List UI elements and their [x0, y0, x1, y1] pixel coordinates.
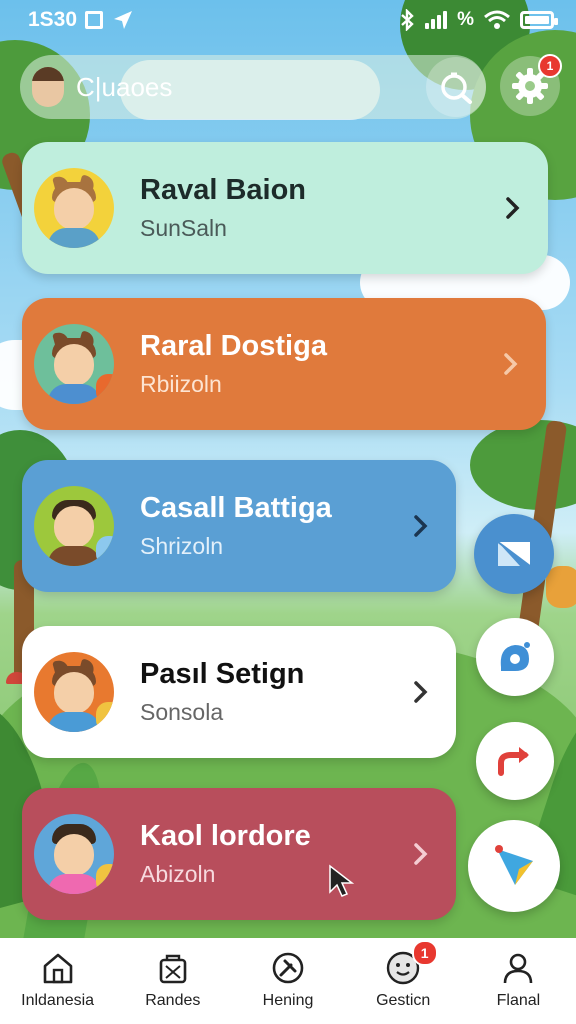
avatar [34, 486, 114, 566]
nav-label: Inldanesia [21, 992, 95, 1009]
card-name: Casall Battiga [140, 492, 332, 524]
notification-square-icon [85, 11, 104, 29]
battery-percent-label: % [457, 9, 474, 30]
contact-card-2[interactable]: Raral Dostiga Rbiizoln [22, 298, 546, 430]
status-bar: 1S30 % [0, 0, 576, 40]
card-subtitle: Shrizoln [140, 533, 224, 559]
card-name: Raral Dostiga [140, 330, 327, 362]
wifi-icon [484, 10, 510, 29]
contact-card-1[interactable]: Raval Baion SunSaln [22, 142, 548, 274]
nav-item-hening[interactable]: Hening [230, 938, 345, 1024]
chevron-right-icon [414, 515, 428, 537]
avatar [34, 168, 114, 248]
avatar [34, 652, 114, 732]
settings-button[interactable]: 1 [500, 54, 562, 116]
paper-plane-icon [497, 541, 531, 567]
nav-label: Hening [262, 992, 314, 1009]
search-bar[interactable]: C|uaoes [20, 55, 486, 119]
avatar [34, 814, 114, 894]
fab-send-button[interactable] [468, 820, 560, 912]
profile-icon [504, 953, 533, 984]
avatar[interactable] [32, 67, 64, 107]
send-icon [495, 845, 533, 885]
search-button[interactable] [426, 57, 486, 117]
nav-item-profile[interactable]: Flanal [461, 938, 576, 1024]
notification-badge: 1 [538, 54, 562, 78]
bottom-nav: Inldanesia Randes Hening Gesticn 1 Flana… [0, 938, 576, 1024]
card-name: Pasıl Setign [140, 658, 305, 690]
status-time: 1S30 [28, 8, 78, 31]
fab-chat-button[interactable] [476, 618, 554, 696]
card-subtitle: Sonsola [140, 699, 224, 725]
signal-icon [425, 11, 448, 29]
contact-card-3[interactable]: Casall Battiga Shrizoln [22, 460, 456, 592]
chevron-right-icon [506, 197, 520, 219]
battery-icon [520, 11, 558, 29]
nav-item-randes[interactable]: Randes [115, 938, 230, 1024]
bag-icon [159, 954, 187, 984]
avatar [34, 324, 114, 404]
nav-label: Randes [145, 992, 201, 1009]
nav-label: Flanal [496, 992, 541, 1009]
location-arrow-icon [114, 11, 133, 29]
card-name: Raval Baion [140, 174, 306, 206]
redo-icon [498, 747, 529, 776]
contact-card-4[interactable]: Pasıl Setign Sonsola [22, 626, 456, 758]
nav-item-home[interactable]: Inldanesia [0, 938, 115, 1024]
compass-icon [272, 952, 304, 984]
fab-redo-button[interactable] [476, 722, 554, 800]
home-icon [43, 953, 72, 984]
mouse-cursor-icon [329, 864, 355, 897]
card-subtitle: SunSaln [140, 215, 227, 241]
card-subtitle: Rbiizoln [140, 371, 222, 397]
chevron-right-icon [414, 681, 428, 703]
card-name: Kaol lordore [140, 820, 311, 852]
search-label: C|uaoes [76, 71, 173, 102]
bluetooth-icon [401, 9, 414, 31]
card-subtitle: Abizoln [140, 861, 216, 887]
chevron-right-icon [504, 353, 518, 375]
contact-card-5[interactable]: Kaol lordore Abizoln [22, 788, 456, 920]
nav-badge: 1 [411, 940, 438, 966]
fab-share-button[interactable] [474, 514, 554, 594]
search-icon [441, 72, 472, 104]
chat-icon [500, 642, 530, 671]
chevron-right-icon [414, 843, 428, 865]
nav-item-gesticn[interactable]: Gesticn 1 [346, 938, 461, 1024]
nav-label: Gesticn [376, 992, 431, 1009]
